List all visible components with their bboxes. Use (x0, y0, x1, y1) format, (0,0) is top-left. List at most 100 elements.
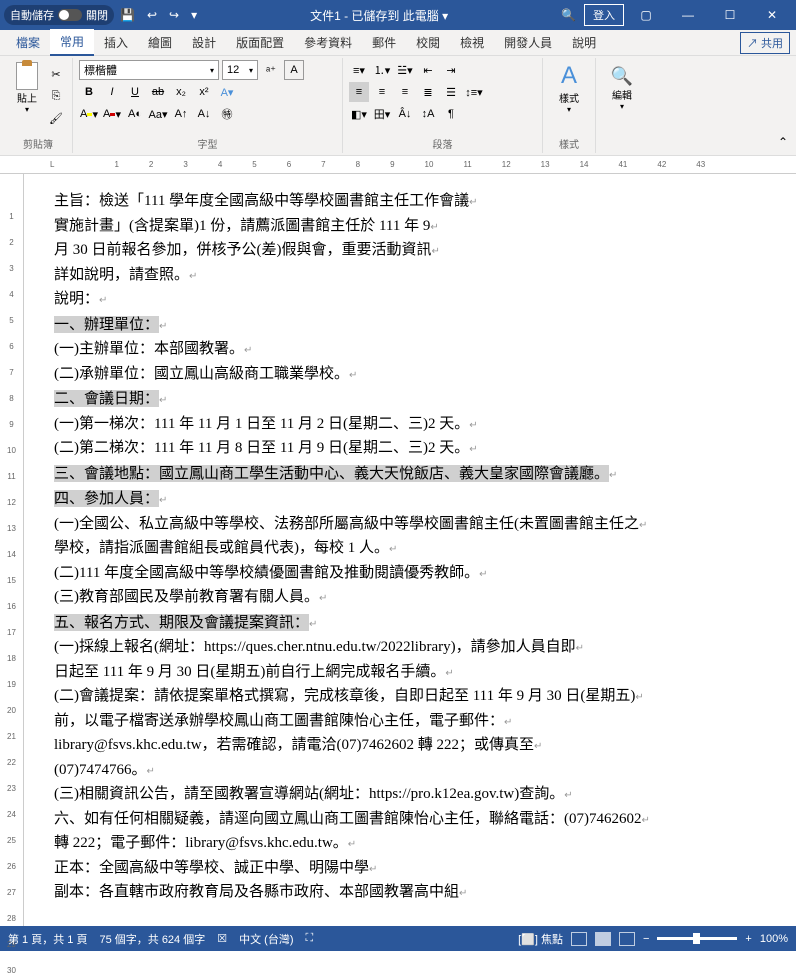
save-icon[interactable]: 💾 (114, 8, 141, 22)
char-shading-icon[interactable]: A◐ (125, 104, 145, 124)
styles-button[interactable]: A 樣式▾ (549, 60, 589, 116)
tab-design[interactable]: 設計 (182, 30, 226, 55)
tab-mail[interactable]: 郵件 (362, 30, 406, 55)
phonetic-guide-icon[interactable]: ᵃ⁺ (261, 60, 281, 80)
font-size-select[interactable]: 12 (222, 60, 258, 80)
maximize-button[interactable]: ☐ (710, 4, 750, 26)
login-button[interactable]: 登入 (584, 4, 624, 26)
zoom-slider[interactable] (657, 937, 737, 940)
shading-icon[interactable]: ◧▾ (349, 104, 369, 124)
doc-line[interactable]: 日起至 111 年 9 月 30 日(星期五)前自行上網完成報名手續。↵ (54, 661, 766, 686)
minimize-button[interactable]: — (668, 4, 708, 26)
doc-line[interactable]: 副本：各直轄市政府教育局及各縣市政府、本部國教署高中組↵ (54, 881, 766, 906)
close-button[interactable]: ✕ (752, 4, 792, 26)
doc-line[interactable]: (一)第一梯次：111 年 11 月 1 日至 11 月 2 日(星期二、三)2… (54, 413, 766, 438)
doc-line[interactable]: 轉 222；電子郵件：library@fsvs.khc.edu.tw。↵ (54, 832, 766, 857)
accessibility-icon[interactable]: ⛶ (306, 932, 314, 945)
share-button[interactable]: ↗ 共用 (740, 32, 790, 54)
text-effects-icon[interactable]: A▾ (217, 82, 237, 102)
doc-line[interactable]: 三、會議地點：國立鳳山商工學生活動中心、義大天悅飯店、義大皇家國際會議廳。↵ (54, 462, 766, 488)
doc-line[interactable]: (二)111 年度全國高級中等學校績優圖書館及推動閱讀優秀教師。↵ (54, 562, 766, 587)
doc-line[interactable]: 學校，請指派圖書館組長或館員代表)，每校 1 人。↵ (54, 537, 766, 562)
doc-line[interactable]: 六、如有任何相關疑義，請逕向國立鳳山商工圖書館陳怡心主任，聯絡電話：(07)74… (54, 808, 766, 833)
qat-dropdown-icon[interactable]: ▾ (185, 8, 203, 22)
shrink-font-icon[interactable]: A↓ (194, 104, 214, 124)
doc-line[interactable]: 五、報名方式、期限及會議提案資訊：↵ (54, 611, 766, 637)
doc-line[interactable]: 一、辦理單位：↵ (54, 313, 766, 339)
font-color-button[interactable]: A▾ (102, 104, 122, 124)
undo-icon[interactable]: ↩ (141, 8, 163, 22)
language-indicator[interactable]: 中文 (台灣) (239, 931, 293, 947)
doc-title[interactable]: 文件1 - 已儲存到 此電腦 ▾ (203, 7, 555, 24)
bold-button[interactable]: B (79, 82, 99, 102)
format-painter-icon[interactable]: 🖌 (46, 108, 66, 128)
doc-line[interactable]: 前，以電子檔寄送承辦學校鳳山商工圖書館陳怡心主任，電子郵件：↵ (54, 710, 766, 735)
doc-line[interactable]: (二)第二梯次：111 年 11 月 8 日至 11 月 9 日(星期二、三)2… (54, 437, 766, 462)
tab-file[interactable]: 檔案 (6, 30, 50, 55)
underline-button[interactable]: U (125, 82, 145, 102)
doc-line[interactable]: (二)承辦單位：國立鳳山高級商工職業學校。↵ (54, 363, 766, 388)
highlight-button[interactable]: A▾ (79, 104, 99, 124)
strike-button[interactable]: ab (148, 82, 168, 102)
document-page[interactable]: 主旨：檢送「111 學年度全國高級中等學校圖書館主任工作會議↵實施計畫」(含提案… (24, 174, 796, 926)
ribbon-mode-icon[interactable]: ▢ (626, 4, 666, 26)
sort-icon[interactable]: Â↓ (395, 104, 415, 124)
text-direction-icon[interactable]: ↕A (418, 104, 438, 124)
doc-line[interactable]: (三)教育部國民及學前教育署有關人員。↵ (54, 586, 766, 611)
doc-line[interactable]: (一)全國公、私立高級中等學校、法務部所屬高級中等學校圖書館主任(未置圖書館主任… (54, 513, 766, 538)
doc-line[interactable]: (一)主辦單位：本部國教署。↵ (54, 338, 766, 363)
zoom-in-button[interactable]: + (745, 933, 751, 945)
doc-line[interactable]: 實施計畫」(含提案單)1 份，請薦派圖書館主任於 111 年 9↵ (54, 215, 766, 240)
distribute-icon[interactable]: ☰ (441, 82, 461, 102)
doc-line[interactable]: 二、會議日期：↵ (54, 387, 766, 413)
tab-layout[interactable]: 版面配置 (226, 30, 294, 55)
tab-references[interactable]: 參考資料 (294, 30, 362, 55)
align-center-icon[interactable]: ≡ (372, 82, 392, 102)
paste-button[interactable]: 貼上▾ (10, 60, 44, 116)
tab-insert[interactable]: 插入 (94, 30, 138, 55)
collapse-ribbon-icon[interactable]: ⌃ (774, 131, 792, 153)
align-right-icon[interactable]: ≡ (395, 82, 415, 102)
editing-button[interactable]: 🔍 編輯▾ (602, 60, 642, 116)
italic-button[interactable]: I (102, 82, 122, 102)
bullets-icon[interactable]: ≡▾ (349, 60, 369, 80)
doc-line[interactable]: 四、參加人員：↵ (54, 487, 766, 513)
superscript-button[interactable]: x² (194, 82, 214, 102)
horizontal-ruler[interactable]: L1234567891011121314414243 (0, 156, 796, 174)
tab-help[interactable]: 說明 (562, 30, 606, 55)
increase-indent-icon[interactable]: ⇥ (441, 60, 461, 80)
align-left-icon[interactable]: ≡ (349, 82, 369, 102)
subscript-button[interactable]: x₂ (171, 82, 191, 102)
print-layout-icon[interactable] (595, 932, 611, 946)
web-layout-icon[interactable] (619, 932, 635, 946)
search-icon[interactable]: 🔍 (555, 8, 582, 22)
cut-icon[interactable]: ✂ (46, 64, 66, 84)
grow-font-icon[interactable]: A↑ (171, 104, 191, 124)
tab-developer[interactable]: 開發人員 (494, 30, 562, 55)
borders-icon[interactable]: 田▾ (372, 104, 392, 124)
tab-view[interactable]: 檢視 (450, 30, 494, 55)
justify-icon[interactable]: ≣ (418, 82, 438, 102)
doc-line[interactable]: 正本：全國高級中等學校、誠正中學、明陽中學↵ (54, 857, 766, 882)
doc-line[interactable]: (三)相關資訊公告，請至國教署宣導網站(網址：https://pro.k12ea… (54, 783, 766, 808)
copy-icon[interactable]: ⎘ (46, 86, 66, 106)
doc-line[interactable]: 主旨：檢送「111 學年度全國高級中等學校圖書館主任工作會議↵ (54, 190, 766, 215)
enclose-char-icon[interactable]: ㊕ (217, 104, 237, 124)
focus-mode[interactable]: [⬜] 焦點 (518, 931, 563, 947)
zoom-level[interactable]: 100% (760, 933, 788, 945)
spellcheck-icon[interactable]: ☒ (217, 932, 227, 945)
char-border-icon[interactable]: A (284, 60, 304, 80)
tab-home[interactable]: 常用 (50, 29, 94, 56)
zoom-out-button[interactable]: − (643, 933, 649, 945)
change-case-icon[interactable]: Aa▾ (148, 104, 168, 124)
page-indicator[interactable]: 第 1 頁，共 1 頁 (8, 931, 87, 947)
decrease-indent-icon[interactable]: ⇤ (418, 60, 438, 80)
doc-line[interactable]: (07)7474766。↵ (54, 759, 766, 784)
doc-line[interactable]: 月 30 日前報名參加，併核予公(差)假與會，重要活動資訊↵ (54, 239, 766, 264)
multilevel-icon[interactable]: ☱▾ (395, 60, 415, 80)
autosave-toggle[interactable]: 自動儲存 關閉 (4, 5, 114, 25)
doc-line[interactable]: library@fsvs.khc.edu.tw，若需確認，請電洽(07)7462… (54, 734, 766, 759)
redo-icon[interactable]: ↪ (163, 8, 185, 22)
read-mode-icon[interactable] (571, 932, 587, 946)
vertical-ruler[interactable]: 1234567891011121314151617181920212223242… (0, 174, 24, 926)
